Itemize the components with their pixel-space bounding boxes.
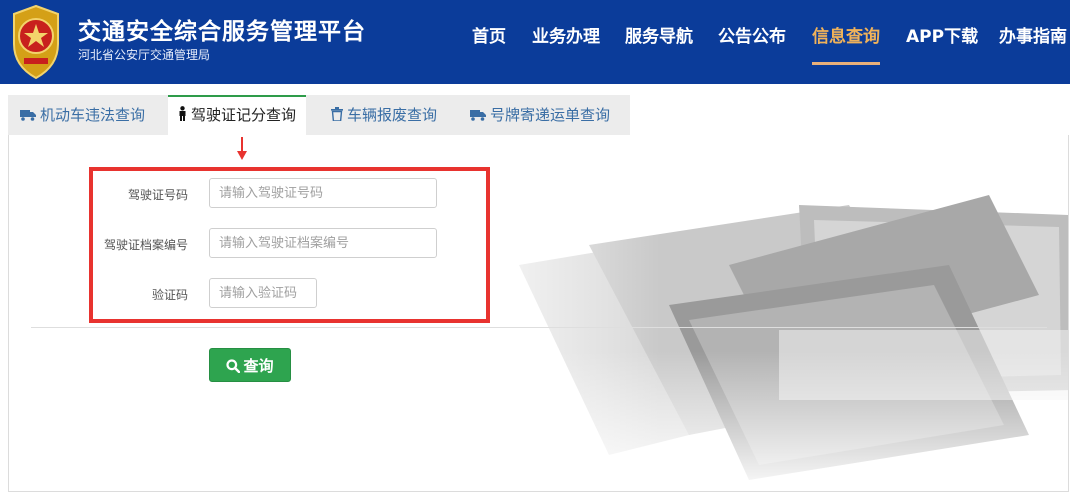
site-header: 交通安全综合服务管理平台 河北省公安厅交通管理局 首页 业务办理 服务导航 公告… xyxy=(0,0,1070,84)
file-no-input[interactable] xyxy=(209,228,437,258)
tab-license-points[interactable]: 驾驶证记分查询 xyxy=(168,95,307,136)
tab-label: 号牌寄递运单查询 xyxy=(490,106,611,124)
tab-vehicle-scrap[interactable]: 车辆报废查询 xyxy=(331,95,437,135)
arrow-down-icon xyxy=(237,137,247,160)
tab-label: 车辆报废查询 xyxy=(347,106,438,124)
nav-service-guide[interactable]: 服务导航 xyxy=(625,22,693,47)
nav-active-underline xyxy=(812,62,880,65)
trash-icon xyxy=(331,96,343,136)
form-divider xyxy=(31,327,1047,328)
license-no-input[interactable] xyxy=(209,178,437,208)
file-no-label: 驾驶证档案编号 xyxy=(103,238,188,252)
query-button[interactable]: 查询 xyxy=(209,348,291,382)
captcha-input[interactable] xyxy=(209,278,317,308)
nav-app-download[interactable]: APP下载 xyxy=(906,22,978,47)
truck-icon xyxy=(20,96,36,136)
tab-label: 机动车违法查询 xyxy=(40,106,146,124)
person-icon xyxy=(178,98,187,134)
nav-guide[interactable]: 办事指南 xyxy=(999,22,1067,47)
tab-plate-delivery[interactable]: 号牌寄递运单查询 xyxy=(470,95,610,135)
query-button-label: 查询 xyxy=(243,357,274,375)
search-icon xyxy=(226,359,241,374)
nav-business[interactable]: 业务办理 xyxy=(532,22,600,47)
nav-info-query[interactable]: 信息查询 xyxy=(812,22,880,47)
license-no-label: 驾驶证号码 xyxy=(127,188,188,202)
main-nav: 首页 业务办理 服务导航 公告公布 信息查询 APP下载 办事指南 xyxy=(0,22,1070,62)
license-cards-background-image xyxy=(429,135,1068,491)
truck-icon xyxy=(470,96,486,136)
tab-vehicle-violation[interactable]: 机动车违法查询 xyxy=(20,95,145,135)
captcha-label: 验证码 xyxy=(151,288,188,302)
tab-label: 驾驶证记分查询 xyxy=(191,106,297,124)
nav-announcements[interactable]: 公告公布 xyxy=(718,22,786,47)
nav-home[interactable]: 首页 xyxy=(472,22,506,47)
